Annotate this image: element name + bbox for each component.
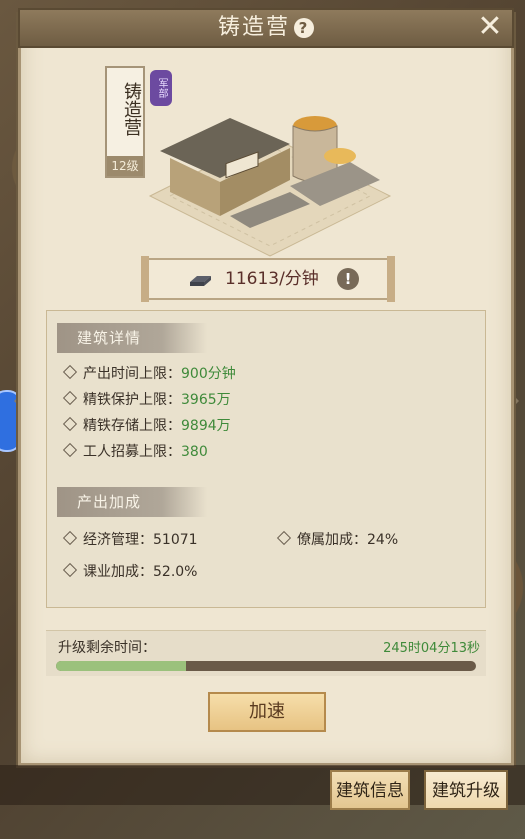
production-rate: 11613/分钟	[225, 269, 319, 289]
bonus-row: 僚属加成：24%	[276, 529, 399, 551]
details-panel: 建筑详情 产出时间上限：900分钟 精铁保护上限：3965万 精铁存储上限：98…	[46, 310, 486, 608]
detail-row: 工人招募上限：380	[62, 441, 208, 463]
speed-up-button[interactable]: 加速	[208, 692, 326, 732]
bonus-value: 52.0%	[153, 564, 198, 580]
building-illustration	[140, 96, 400, 266]
detail-label: 产出时间上限：	[83, 366, 181, 382]
bonus-value: 24%	[367, 532, 399, 548]
detail-label: 精铁存储上限：	[83, 418, 181, 434]
upgrade-timer-label: 升级剩余时间：	[58, 640, 156, 656]
diamond-bullet-icon	[62, 562, 78, 578]
tab-building-info[interactable]: 建筑信息	[330, 770, 410, 810]
section-output-bonus: 产出加成	[57, 487, 207, 517]
title-bar: 铸造营? ✕	[18, 8, 514, 48]
building-name-banner: 铸造营 12级	[105, 66, 145, 178]
tab-building-upgrade[interactable]: 建筑升级	[424, 770, 508, 810]
diamond-bullet-icon	[276, 530, 292, 546]
detail-value: 900分钟	[181, 366, 236, 382]
detail-value: 380	[181, 444, 208, 460]
bonus-value: 51071	[153, 532, 198, 548]
detail-row: 精铁存储上限：9894万	[62, 415, 231, 437]
detail-label: 工人招募上限：	[83, 444, 181, 460]
production-rate-scroll: 11613/分钟 !	[141, 256, 395, 302]
bonus-label: 僚属加成：	[297, 532, 367, 548]
bonus-label: 课业加成：	[83, 564, 153, 580]
diamond-bullet-icon	[62, 416, 78, 432]
panel-title-text: 铸造营	[217, 15, 290, 40]
building-name: 铸造营	[121, 82, 142, 136]
upgrade-timer-value: 245时04分13秒	[383, 641, 480, 656]
detail-value: 9894万	[181, 418, 231, 434]
help-icon[interactable]: ?	[294, 18, 314, 38]
bonus-row: 课业加成：52.0%	[62, 561, 198, 583]
detail-row: 产出时间上限：900分钟	[62, 363, 236, 385]
detail-label: 精铁保护上限：	[83, 392, 181, 408]
iron-ingot-icon	[190, 276, 211, 286]
detail-row: 精铁保护上限：3965万	[62, 389, 231, 411]
production-info-icon[interactable]: !	[337, 268, 359, 290]
close-button[interactable]: ✕	[474, 12, 506, 44]
diamond-bullet-icon	[62, 390, 78, 406]
upgrade-timer-panel: 升级剩余时间： 245时04分13秒	[46, 630, 486, 676]
upgrade-progress-bar	[56, 661, 476, 671]
section-building-details: 建筑详情	[57, 323, 207, 353]
diamond-bullet-icon	[62, 530, 78, 546]
bonus-row: 经济管理：51071	[62, 529, 198, 551]
diamond-bullet-icon	[62, 364, 78, 380]
building-level: 12级	[107, 156, 143, 176]
upgrade-progress-fill	[56, 661, 187, 671]
detail-value: 3965万	[181, 392, 231, 408]
panel-title: 铸造营?	[20, 10, 512, 46]
diamond-bullet-icon	[62, 442, 78, 458]
bonus-label: 经济管理：	[83, 532, 153, 548]
